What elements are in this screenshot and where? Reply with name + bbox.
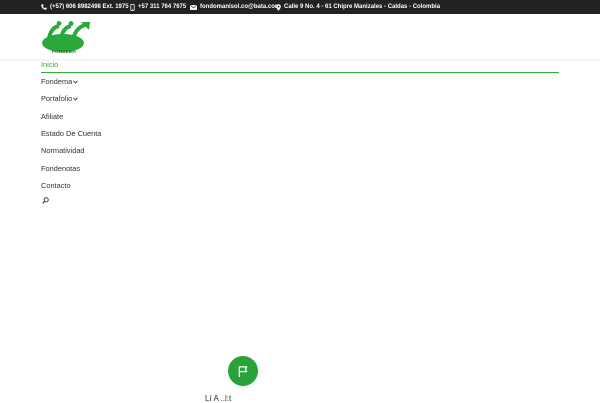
nav-item-label: Portafolio [41,94,73,103]
nav-item-label: Inicio [41,60,59,69]
nav-item-inicio[interactable]: Inicio [41,60,58,69]
topbar-mobile-text: +57 311 764 7675 [138,4,187,10]
topbar-address: Calle 9 No. 4 - 61 Chipre Manizales - Ca… [276,0,440,14]
fondema-logo[interactable]: FONDEMA [40,19,92,55]
phone-icon [41,4,47,10]
nav-item-afiliate[interactable]: Afiliate [41,112,63,121]
nav-item-label: Fondenotas [41,164,81,173]
nav-item-estado-de-cuenta[interactable]: Estado De Cuenta [41,129,101,138]
nav-item-fondema[interactable]: Fondema [41,77,79,86]
nav-item-label: Fondema [41,77,73,86]
topbar-email[interactable]: fondomanisol.co@bata.com [190,0,280,14]
chevron-down-icon [73,97,79,101]
active-underline [41,72,559,73]
email-icon [190,4,197,10]
mobile-icon [130,3,135,11]
logo-text: FONDEMA [52,49,77,55]
nav-item-contacto[interactable]: Contacto [41,181,71,190]
site-header: FONDEMA [0,14,600,59]
nav-item-label: Afiliate [41,112,64,121]
nav-item-fondenotas[interactable]: Fondenotas [41,164,80,173]
location-icon [276,3,281,11]
flag-feature-icon [228,356,258,386]
topbar-phone-text: (+57) 606 8982498 Ext. 1975 [50,4,129,10]
nav-item-normatividad[interactable]: Normatividad [41,146,85,155]
topbar-phone[interactable]: (+57) 606 8982498 Ext. 1975 [41,0,129,14]
nav-item-label: Contacto [41,181,71,190]
feature-heading-partial: Lí A ..l:t [205,394,232,403]
nav-item-portafolio[interactable]: Portafolio [41,94,79,103]
topbar-address-text: Calle 9 No. 4 - 61 Chipre Manizales - Ca… [284,4,441,10]
chevron-down-icon [73,80,79,84]
topbar-email-text: fondomanisol.co@bata.com [200,4,281,10]
nav-item-label: Estado De Cuenta [41,129,102,138]
nav-item-label: Normatividad [41,146,85,155]
top-info-bar: (+57) 606 8982498 Ext. 1975 +57 311 764 … [0,0,600,14]
search-icon[interactable] [42,197,49,204]
flag-icon [238,365,247,377]
topbar-mobile[interactable]: +57 311 764 7675 [130,0,186,14]
